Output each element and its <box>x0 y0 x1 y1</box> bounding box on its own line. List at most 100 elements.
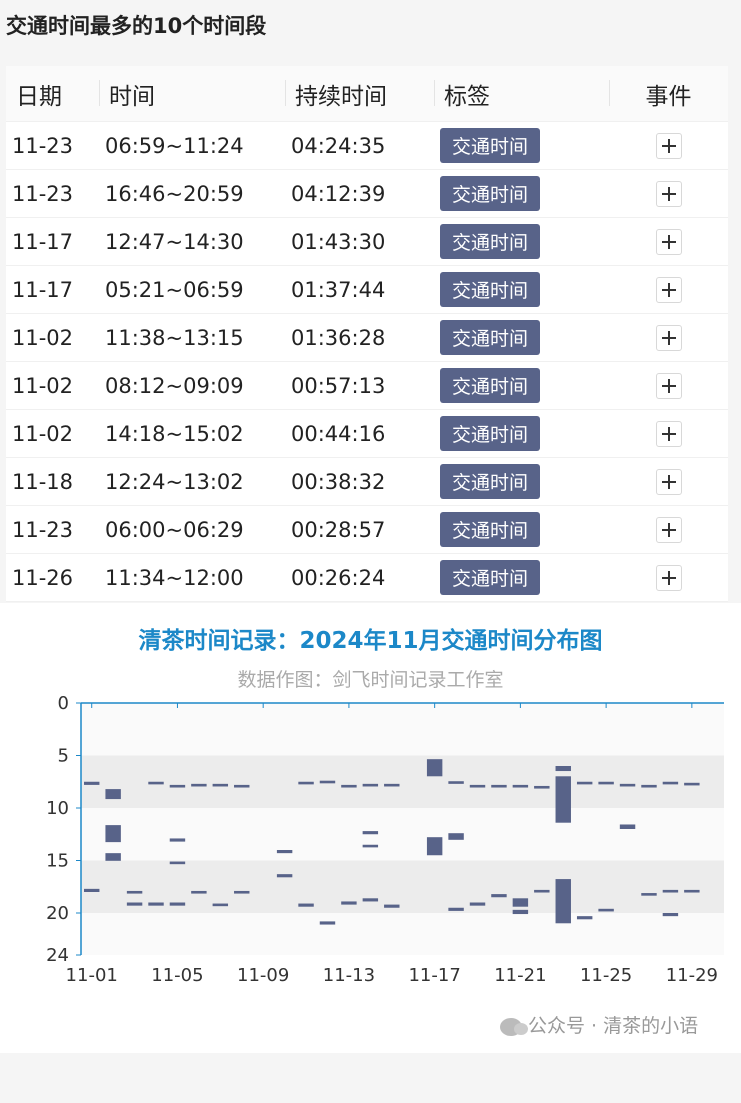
time-segment-bar <box>319 780 336 784</box>
tag-badge[interactable]: 交通时间 <box>440 560 541 595</box>
wechat-icon <box>500 1017 528 1036</box>
chart-plot: 11-01 11-05 11-09 11-13 11-17 11-21 11-25 11-29… <box>46 693 724 986</box>
time-segment-bar <box>84 781 100 785</box>
time-segment-bar <box>362 898 379 902</box>
cell-date: 11-02 <box>6 361 99 410</box>
add-event-button[interactable] <box>655 324 682 351</box>
time-segment-bar <box>276 874 293 878</box>
x-tick-label: 11-21 <box>494 965 546 986</box>
cell-tag: 交通时间 <box>434 409 609 458</box>
table-row: 11-26 11:34~12:00 00:26:24 交通时间 <box>6 553 728 602</box>
cell-event <box>609 313 728 362</box>
cell-duration: 01:36:28 <box>285 313 434 362</box>
add-event-button[interactable] <box>655 420 682 447</box>
time-segment-bar <box>512 784 529 788</box>
time-segment-bar <box>619 783 636 787</box>
y-tick-label: 20 <box>46 903 69 924</box>
tag-badge[interactable]: 交通时间 <box>440 320 541 355</box>
x-tick-label: 11-25 <box>580 965 632 986</box>
cell-tag: 交通时间 <box>434 217 609 266</box>
time-segment-bar <box>298 903 314 907</box>
table-row: 11-18 12:24~13:02 00:38:32 交通时间 <box>6 457 728 506</box>
tag-badge[interactable]: 交通时间 <box>440 368 541 403</box>
time-segment-bar <box>105 789 121 800</box>
time-segment-bar <box>276 850 293 854</box>
cell-date: 11-23 <box>6 505 99 554</box>
time-segment-bar <box>341 784 357 788</box>
table-row: 11-02 08:12~09:09 00:57:13 交通时间 <box>6 361 728 410</box>
add-event-button[interactable] <box>655 516 682 543</box>
add-event-button[interactable] <box>655 564 682 591</box>
time-segment-bar <box>362 783 379 787</box>
add-event-button[interactable] <box>655 228 682 255</box>
time-segment-bar <box>341 901 357 905</box>
cell-duration: 01:43:30 <box>285 217 434 266</box>
x-tick-label: 11-05 <box>151 965 203 986</box>
y-tick-label: 15 <box>46 851 69 872</box>
time-segment-bar <box>212 783 229 787</box>
time-segment-bar <box>684 889 700 893</box>
time-segment-bar <box>598 781 614 785</box>
tag-badge[interactable]: 交通时间 <box>440 464 541 499</box>
table-row: 11-23 16:46~20:59 04:12:39 交通时间 <box>6 169 728 218</box>
time-segment-bar <box>298 781 314 785</box>
time-segment-bar <box>169 838 186 842</box>
y-tick-label: 10 <box>46 798 69 819</box>
time-segment-bar <box>555 879 571 924</box>
time-segment-bar <box>384 783 400 787</box>
tag-badge[interactable]: 交通时间 <box>440 224 541 259</box>
time-segment-bar <box>426 759 443 777</box>
tag-badge[interactable]: 交通时间 <box>440 128 541 163</box>
tag-badge[interactable]: 交通时间 <box>440 512 541 547</box>
tag-badge[interactable]: 交通时间 <box>440 416 541 451</box>
table-row: 11-23 06:00~06:29 00:28:57 交通时间 <box>6 505 728 554</box>
table-row: 11-23 06:59~11:24 04:24:35 交通时间 <box>6 121 728 170</box>
table-header-row: 日期 时间 持续时间 标签 事件 <box>6 66 728 122</box>
cell-time: 12:47~14:30 <box>99 217 285 266</box>
time-segment-bar <box>534 785 550 789</box>
cell-date: 11-26 <box>6 553 99 602</box>
cell-time: 12:24~13:02 <box>99 457 285 506</box>
time-segment-bar <box>512 898 529 907</box>
add-event-button[interactable] <box>655 132 682 159</box>
time-segment-bar <box>641 784 657 788</box>
cell-event <box>609 553 728 602</box>
cell-time: 05:21~06:59 <box>99 265 285 314</box>
cell-duration: 04:12:39 <box>285 169 434 218</box>
cell-time: 06:59~11:24 <box>99 121 285 170</box>
header-time: 时间 <box>99 66 285 122</box>
cell-event <box>609 361 728 410</box>
add-event-button[interactable] <box>655 276 682 303</box>
time-segment-bar <box>555 766 571 772</box>
time-segment-bar <box>169 902 186 906</box>
time-segment-bar <box>362 844 379 848</box>
tag-badge[interactable]: 交通时间 <box>440 176 541 211</box>
time-segment-bar <box>619 824 636 829</box>
time-segment-bar <box>148 781 164 785</box>
time-segment-bar <box>191 890 207 894</box>
time-segment-bar <box>84 888 100 892</box>
add-event-button[interactable] <box>655 372 682 399</box>
add-event-button[interactable] <box>655 468 682 495</box>
cell-duration: 00:28:57 <box>285 505 434 554</box>
time-segment-bar <box>362 831 379 835</box>
cell-event <box>609 169 728 218</box>
time-segment-bar <box>234 890 250 894</box>
cell-date: 11-23 <box>6 121 99 170</box>
time-segment-bar <box>555 776 571 823</box>
cell-event <box>609 409 728 458</box>
x-tick-label: 11-01 <box>66 965 118 986</box>
tag-badge[interactable]: 交通时间 <box>440 272 541 307</box>
cell-time: 14:18~15:02 <box>99 409 285 458</box>
cell-tag: 交通时间 <box>434 361 609 410</box>
cell-duration: 01:37:44 <box>285 265 434 314</box>
header-date: 日期 <box>6 66 99 122</box>
time-segment-bar <box>126 902 143 906</box>
split-band <box>81 755 724 808</box>
cell-tag: 交通时间 <box>434 457 609 506</box>
cell-date: 11-17 <box>6 265 99 314</box>
add-event-button[interactable] <box>655 180 682 207</box>
cell-date: 11-23 <box>6 169 99 218</box>
cell-time: 16:46~20:59 <box>99 169 285 218</box>
cell-time: 11:34~12:00 <box>99 553 285 602</box>
